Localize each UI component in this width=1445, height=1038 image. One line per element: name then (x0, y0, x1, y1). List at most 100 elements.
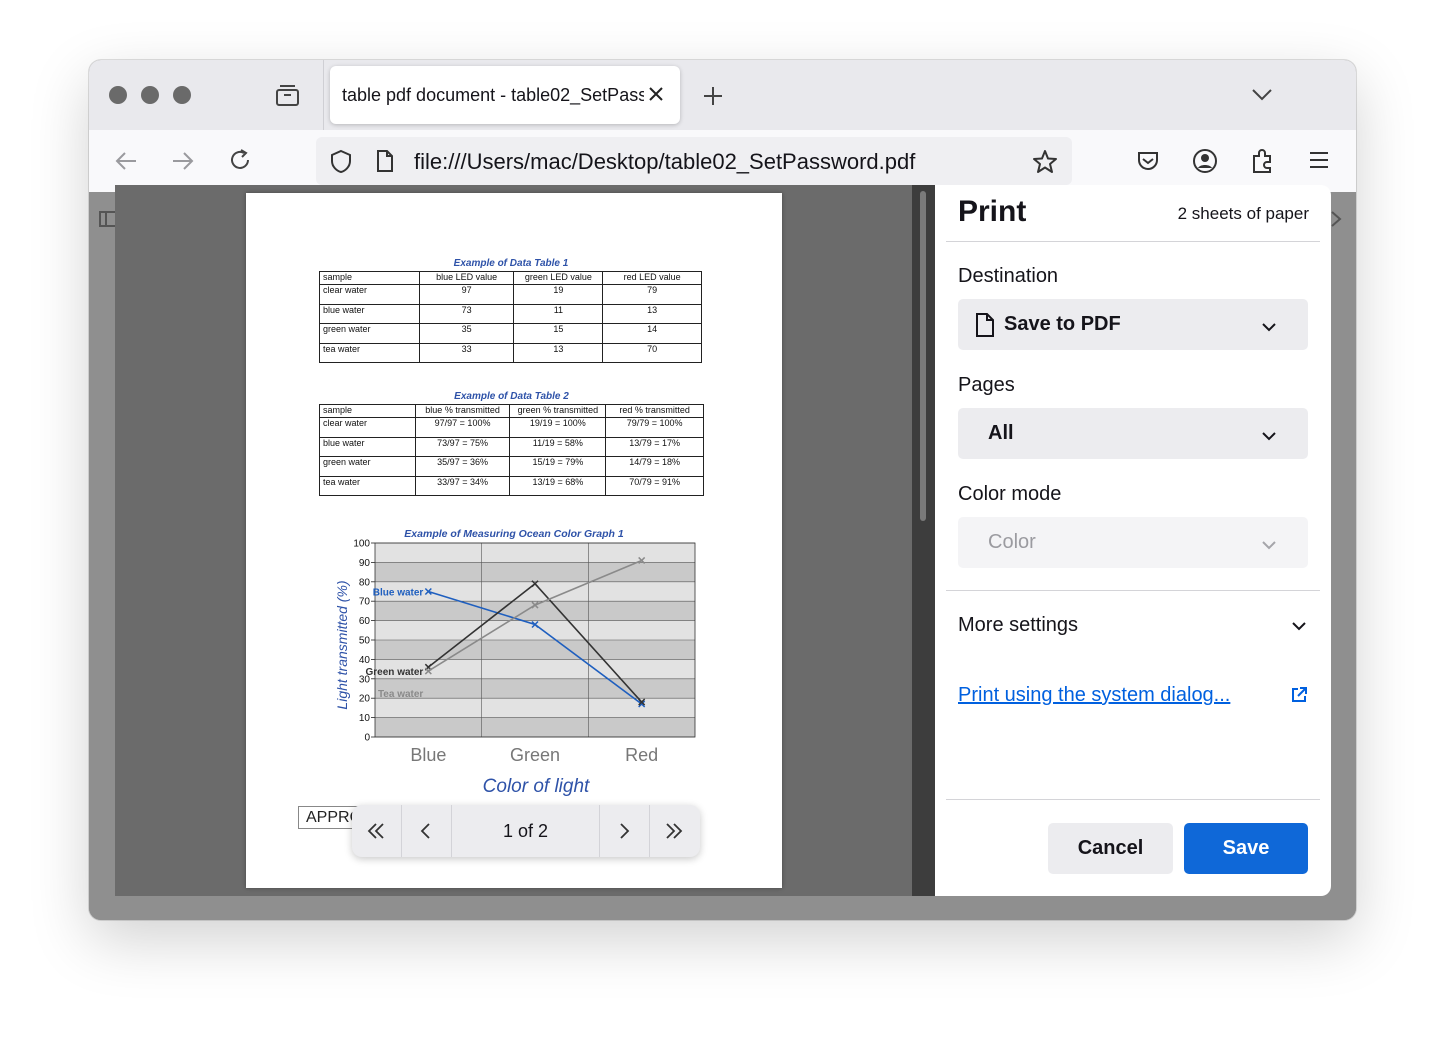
table-cell: 14/79 = 18% (605, 456, 704, 477)
table-cell: 11 (513, 303, 604, 324)
tab-manager-icon[interactable] (275, 83, 300, 107)
url-bar[interactable]: file:///Users/mac/Desktop/table02_SetPas… (316, 137, 1072, 185)
table-header-cell: red LED value (602, 271, 702, 285)
reload-icon[interactable] (228, 148, 252, 172)
shield-icon[interactable] (330, 149, 352, 174)
chart-y-tick-label: 80 (359, 577, 371, 588)
pages-label: Pages (958, 374, 1015, 396)
chart-grid-band (375, 698, 695, 718)
chart-series-label: Tea water (378, 689, 423, 700)
close-window-button[interactable] (109, 86, 127, 104)
ocean-color-chart: 0102030405060708090100Blue Green Red Blue … (334, 528, 696, 797)
table-row: clear water 97/97 = 100% 19/19 = 100% 79/79… (319, 417, 704, 438)
table-cell: 70 (602, 342, 702, 363)
last-page-button[interactable] (650, 805, 700, 857)
pages-select[interactable]: All (958, 408, 1308, 459)
system-dialog-link[interactable]: Print using the system dialog... (958, 684, 1230, 707)
table-header-cell: sample (319, 271, 420, 285)
chevron-down-icon (1262, 537, 1276, 555)
table-row: tea water 33/97 = 34% 13/19 = 68% 70/79 = 9… (319, 475, 704, 496)
table-cell: clear water (319, 284, 420, 305)
chart-grid-band (375, 543, 695, 563)
maximize-window-button[interactable] (173, 86, 191, 104)
chevron-down-icon[interactable] (1292, 622, 1306, 631)
double-chevron-left-icon (367, 823, 384, 839)
sheet-count: 2 sheets of paper (1177, 204, 1309, 223)
table-header-row: sample blue LED value green LED value red L… (319, 271, 702, 285)
destination-label: Destination (958, 265, 1059, 287)
minimize-window-button[interactable] (141, 86, 159, 104)
list-tabs-chevron-icon[interactable] (1251, 86, 1273, 102)
double-chevron-right-icon (666, 823, 683, 839)
chart-y-tick-label: 60 (359, 616, 371, 627)
bookmark-star-icon[interactable] (1032, 149, 1058, 174)
external-link-icon[interactable] (1290, 686, 1308, 704)
chart-y-tick-label: 70 (359, 597, 371, 608)
footer-divider (946, 799, 1320, 800)
previous-page-button[interactable] (402, 805, 452, 857)
table-cell: 33/97 = 34% (414, 475, 511, 496)
preview-scrollbar-thumb[interactable] (920, 191, 926, 521)
cancel-button[interactable]: Cancel (1048, 823, 1173, 874)
save-button[interactable]: Save (1184, 823, 1308, 874)
table-cell: blue water (319, 303, 420, 324)
table-cell: 13 (513, 342, 604, 363)
menu-icon[interactable] (1308, 150, 1330, 170)
chart-title: Example of Measuring Ocean Color Graph 1 (404, 528, 624, 540)
table-cell: 19/19 = 100% (509, 417, 607, 438)
table-cell: 97 (418, 284, 515, 305)
table-cell: 14 (602, 323, 702, 344)
account-icon[interactable] (1192, 148, 1218, 174)
table-cell: 13/79 = 17% (605, 436, 704, 457)
header-divider (946, 241, 1320, 242)
table-cell: 35/97 = 36% (414, 456, 511, 477)
first-page-button[interactable] (352, 805, 402, 857)
table-cell: 13/19 = 68% (509, 475, 607, 496)
tab-active[interactable]: table pdf document - table02_SetPassword… (330, 66, 680, 124)
table-cell: 79/79 = 100% (605, 417, 704, 438)
chart-grid: 0102030405060708090100Blue Green Red (353, 539, 696, 765)
table-cell: 19 (513, 284, 604, 305)
forward-icon[interactable] (171, 150, 195, 172)
chart-series-label: Blue water (373, 588, 424, 599)
navigation-toolbar: file:///Users/mac/Desktop/table02_SetPas… (89, 130, 1356, 192)
chart-grid-band (375, 717, 695, 737)
chart-y-tick-label: 100 (353, 539, 370, 550)
chart-x-tick-label: Red (625, 745, 658, 765)
close-tab-icon[interactable] (646, 84, 666, 104)
chart-y-axis-label: Light transmitted (%) (334, 580, 350, 709)
table-cell: green water (319, 323, 420, 344)
table-header-cell: green % transmitted (509, 404, 607, 418)
table-cell: 79 (602, 284, 702, 305)
table-row: clear water 97 19 79 (319, 284, 702, 305)
table1-title: Example of Data Table 1 (453, 258, 569, 269)
table-cell: 70/79 = 91% (605, 475, 704, 496)
print-settings-panel: Print 2 sheets of paper Destination Save… (935, 185, 1331, 896)
chevron-down-icon (1262, 319, 1276, 337)
table-header-cell: blue LED value (418, 271, 515, 285)
extensions-icon[interactable] (1251, 148, 1275, 174)
print-title: Print (958, 195, 1027, 228)
more-settings-toggle[interactable]: More settings (958, 614, 1078, 637)
next-page-button[interactable] (600, 805, 650, 857)
chart-y-tick-label: 0 (364, 733, 370, 744)
destination-select[interactable]: Save to PDF (958, 299, 1308, 350)
back-icon[interactable] (114, 150, 138, 172)
pocket-icon[interactable] (1136, 150, 1160, 172)
chart-y-tick-label: 50 (359, 636, 371, 647)
table-cell: 35 (418, 323, 515, 344)
table-row: green water 35/97 = 36% 15/19 = 79% 14/79 =… (319, 456, 704, 477)
table-cell: 13 (602, 303, 702, 324)
table-cell: clear water (319, 417, 416, 438)
document-icon (975, 313, 995, 337)
chart-grid-band (375, 562, 695, 582)
approve-field[interactable]: APPROVE (298, 806, 358, 829)
new-tab-icon[interactable] (702, 85, 724, 107)
settings-divider (946, 590, 1320, 591)
table-cell: tea water (319, 475, 416, 496)
tab-title: table pdf document - table02_SetPassword… (342, 85, 644, 105)
preview-scrollbar[interactable] (912, 185, 935, 896)
chart-y-tick-label: 20 (359, 694, 371, 705)
chart-x-axis-label: Color of light (483, 776, 590, 797)
data-table-1: sample blue LED value green LED value red L… (319, 271, 702, 363)
